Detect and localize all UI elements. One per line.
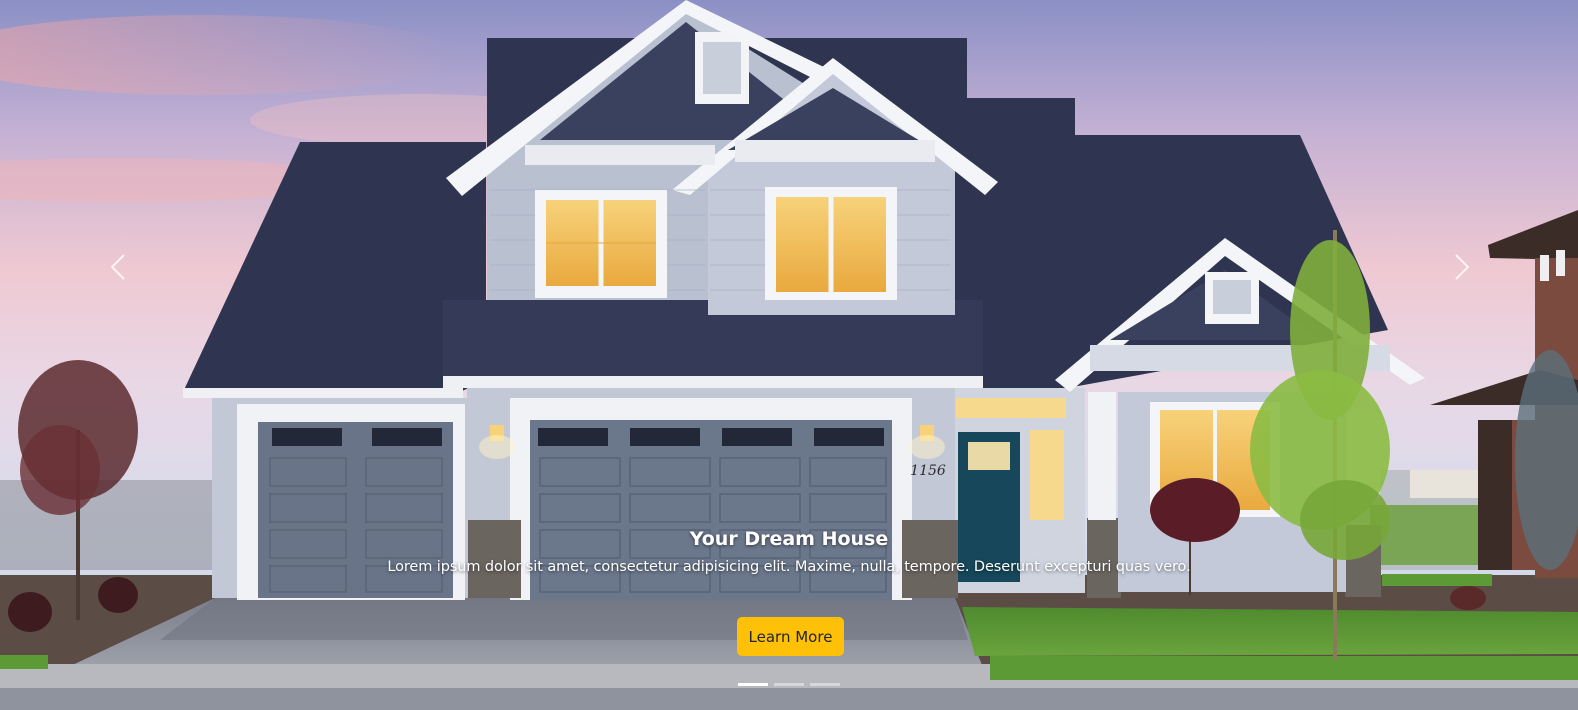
slide-title: Your Dream House [689,528,889,550]
hero-carousel: 1156 Your Dream House Lorem ipsum dolor … [0,0,1578,710]
house-photo: 1156 [0,0,1578,710]
chevron-left-icon [110,254,125,280]
carousel-indicators [0,683,1578,686]
carousel-next-button[interactable] [1440,245,1484,289]
carousel-indicator-3[interactable] [810,683,840,686]
carousel-prev-button[interactable] [96,245,140,289]
carousel-caption: Your Dream House Lorem ipsum dolor sit a… [0,528,1578,575]
learn-more-button[interactable]: Learn More [737,617,844,656]
carousel-indicator-2[interactable] [774,683,804,686]
carousel-indicator-1[interactable] [738,683,768,686]
slide-text: Lorem ipsum dolor sit amet, consectetur … [387,559,1191,575]
house-number: 1156 [910,463,946,479]
chevron-right-icon [1455,254,1470,280]
